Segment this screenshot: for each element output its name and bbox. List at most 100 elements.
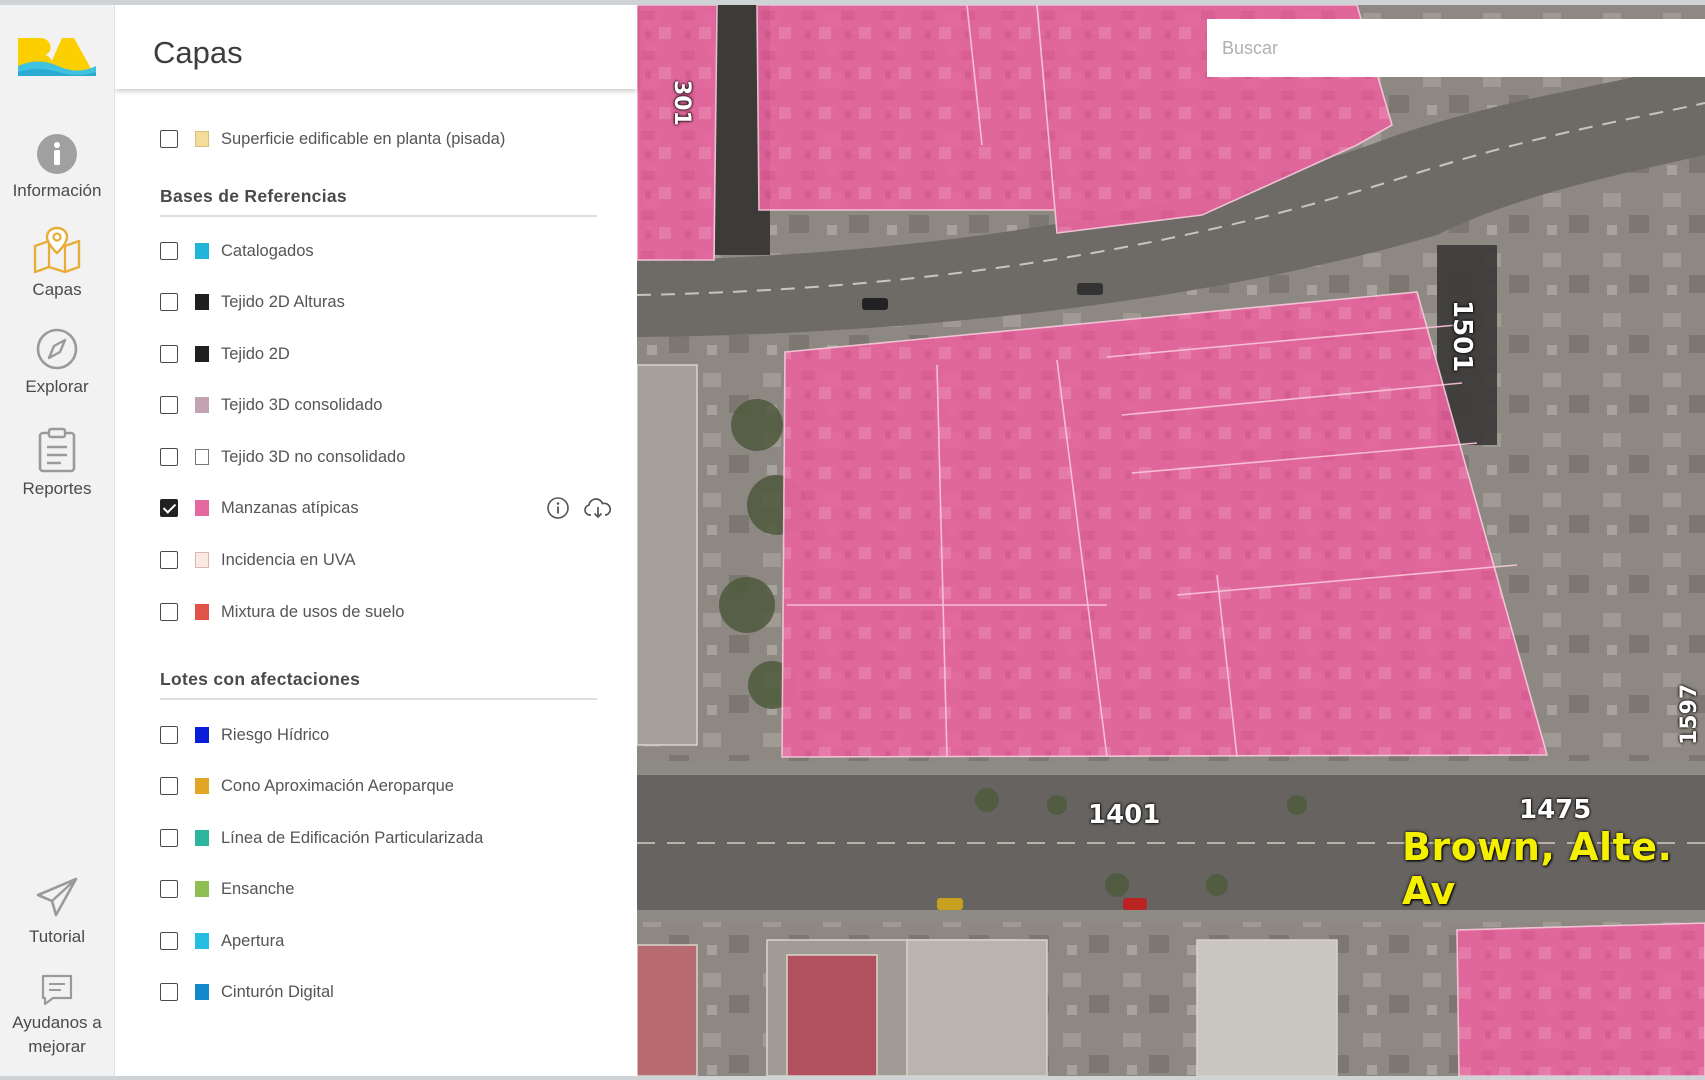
layer-color-swatch: [195, 984, 209, 1000]
layer-label: Línea de Edificación Particularizada: [221, 828, 484, 847]
panel-header: Capas: [115, 5, 637, 89]
layer-color-swatch: [195, 346, 209, 362]
layer-tejido-3d-consolidado[interactable]: Tejido 3D consolidado: [160, 392, 620, 418]
layer-riesgo-hidrico[interactable]: Riesgo Hídrico: [160, 722, 620, 748]
layer-label: Ensanche: [221, 879, 295, 898]
feedback-icon: [41, 974, 73, 1006]
layer-checkbox[interactable]: [160, 603, 178, 621]
layer-label: Incidencia en UVA: [221, 550, 356, 569]
layer-label: Manzanas atípicas: [221, 498, 359, 517]
layer-color-swatch: [195, 500, 209, 516]
sidebar-item-label: Capas: [32, 280, 82, 299]
sidebar-item-reportes[interactable]: Reportes: [0, 427, 114, 501]
window-bottom-border: [0, 1076, 1705, 1080]
sidebar-item-label: Explorar: [25, 377, 89, 396]
layer-checkbox[interactable]: [160, 293, 178, 311]
layer-color-swatch: [195, 131, 209, 147]
address-label-1475: 1475: [1519, 795, 1592, 825]
layer-checkbox[interactable]: [160, 345, 178, 363]
layer-cinturon-digital[interactable]: Cinturón Digital: [160, 979, 620, 1005]
sidebar-rail: Información Capas Explorar Reportes Tuto…: [0, 5, 115, 1076]
layer-color-swatch: [195, 830, 209, 846]
layer-label: Tejido 3D no consolidado: [221, 447, 406, 466]
layer-checkbox[interactable]: [160, 777, 178, 795]
layer-checkbox[interactable]: [160, 932, 178, 950]
search-input[interactable]: [1207, 19, 1705, 77]
layer-checkbox[interactable]: [160, 448, 178, 466]
layer-label: Superficie edificable en planta (pisada): [221, 129, 506, 148]
info-icon: [37, 134, 77, 174]
layer-label: Cinturón Digital: [221, 982, 334, 1001]
layer-checkbox[interactable]: [160, 551, 178, 569]
layer-checkbox[interactable]: [160, 396, 178, 414]
address-label-1501: 1501: [1447, 300, 1477, 373]
satellite-imagery: [637, 5, 1705, 1076]
sidebar-item-ayudanos[interactable]: Ayudanos a mejorar: [0, 973, 114, 1059]
layer-checkbox[interactable]: [160, 829, 178, 847]
sidebar-item-informacion[interactable]: Información: [0, 133, 114, 203]
layer-checkbox[interactable]: [160, 880, 178, 898]
layer-color-swatch: [195, 449, 209, 465]
info-icon[interactable]: [546, 496, 570, 520]
panel-title: Capas: [153, 35, 243, 70]
layer-label: Mixtura de usos de suelo: [221, 602, 405, 621]
sidebar-item-explorar[interactable]: Explorar: [0, 327, 114, 399]
layer-color-swatch: [195, 727, 209, 743]
layer-color-swatch: [195, 933, 209, 949]
map-layers-icon: [33, 226, 81, 274]
layer-tejido-2d-alturas[interactable]: Tejido 2D Alturas: [160, 289, 620, 315]
layer-mixtura-usos[interactable]: Mixtura de usos de suelo: [160, 599, 620, 625]
layer-tejido-2d[interactable]: Tejido 2D: [160, 341, 620, 367]
section-title-lotes: Lotes con afectaciones: [160, 669, 597, 700]
sidebar-item-tutorial[interactable]: Tutorial: [0, 875, 114, 949]
layer-label: Tejido 3D consolidado: [221, 395, 383, 414]
layer-checkbox[interactable]: [160, 242, 178, 260]
layer-superficie-edificable[interactable]: Superficie edificable en planta (pisada): [160, 126, 620, 152]
sidebar-item-label: Ayudanos a: [12, 1013, 102, 1032]
layers-panel: Capas Superficie edificable en planta (p…: [115, 5, 637, 1076]
section-title-bases: Bases de Referencias: [160, 186, 597, 217]
layer-color-swatch: [195, 397, 209, 413]
sidebar-item-label: Reportes: [22, 479, 92, 498]
layer-ensanche[interactable]: Ensanche: [160, 876, 620, 902]
street-label-brown: Brown, Alte. Av: [1402, 825, 1673, 913]
layer-label: Apertura: [221, 931, 285, 950]
sidebar-item-capas[interactable]: Capas: [0, 226, 114, 302]
layer-manzanas-atipicas[interactable]: Manzanas atípicas: [160, 495, 620, 521]
layer-label: Cono Aproximación Aeroparque: [221, 776, 454, 795]
layer-actions: [546, 495, 612, 521]
layer-label: Tejido 2D Alturas: [221, 292, 345, 311]
sidebar-item-label: Información: [12, 181, 102, 200]
layer-color-swatch: [195, 243, 209, 259]
paper-plane-icon: [36, 877, 78, 917]
layer-linea-edificacion[interactable]: Línea de Edificación Particularizada: [160, 825, 620, 851]
layer-label: Tejido 2D: [221, 344, 290, 363]
layer-cono-aeroparque[interactable]: Cono Aproximación Aeroparque: [160, 773, 620, 799]
layer-color-swatch: [195, 881, 209, 897]
layer-checkbox[interactable]: [160, 499, 178, 517]
layer-checkbox[interactable]: [160, 726, 178, 744]
layer-catalogados[interactable]: Catalogados: [160, 238, 620, 264]
address-label-301: 301: [669, 80, 694, 126]
compass-icon: [36, 328, 78, 370]
layer-label: Riesgo Hídrico: [221, 725, 330, 744]
sidebar-item-label-line2: mejorar: [28, 1037, 86, 1056]
address-label-1597: 1597: [1677, 683, 1702, 745]
layer-label: Catalogados: [221, 241, 314, 260]
map-view[interactable]: 1401 1475 1501 1597 301 Brown, Alte. Av: [637, 5, 1705, 1076]
window-top-border: [0, 0, 1705, 5]
layer-color-swatch: [195, 294, 209, 310]
layer-color-swatch: [195, 604, 209, 620]
address-label-1401: 1401: [1088, 800, 1161, 830]
cloud-download-icon[interactable]: [584, 496, 612, 520]
layer-checkbox[interactable]: [160, 130, 178, 148]
layer-apertura[interactable]: Apertura: [160, 928, 620, 954]
layer-checkbox[interactable]: [160, 983, 178, 1001]
layer-color-swatch: [195, 552, 209, 568]
layer-tejido-3d-no-consolidado[interactable]: Tejido 3D no consolidado: [160, 444, 620, 470]
sidebar-item-label: Tutorial: [28, 927, 86, 946]
layer-color-swatch: [195, 778, 209, 794]
clipboard-icon: [38, 427, 76, 473]
ba-logo[interactable]: [16, 32, 98, 80]
layer-incidencia-uva[interactable]: Incidencia en UVA: [160, 547, 620, 573]
